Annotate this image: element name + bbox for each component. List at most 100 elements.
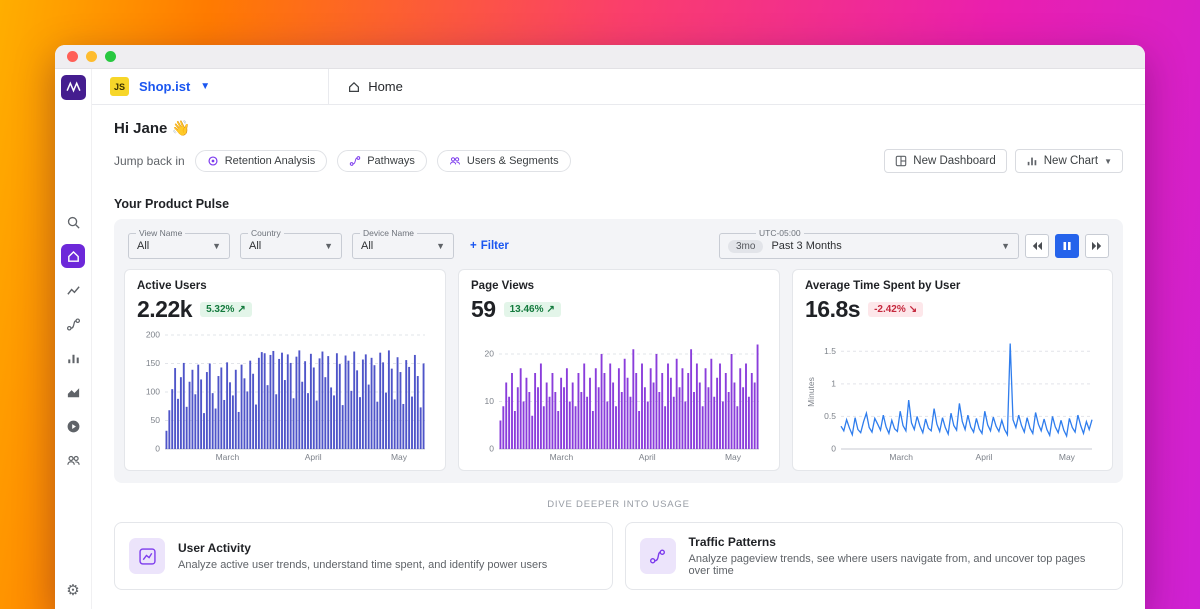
deep-card-title: User Activity	[178, 541, 547, 555]
select-value: All	[361, 240, 373, 252]
sidebar-item-pathways[interactable]	[61, 312, 85, 336]
metric-value: 59	[471, 296, 496, 323]
svg-text:150: 150	[146, 358, 160, 368]
svg-text:April: April	[305, 452, 322, 462]
divider	[328, 69, 329, 105]
sidebar-item-insights[interactable]	[61, 380, 85, 404]
traffic-patterns-icon	[640, 538, 676, 574]
sidebar-item-cohorts[interactable]	[61, 448, 85, 472]
page-content: Hi Jane 👋 Jump back in Retention Analysi…	[92, 105, 1145, 609]
new-dashboard-button[interactable]: New Dashboard	[884, 149, 1006, 173]
trend-up-icon: ↗	[547, 304, 555, 315]
chevron-down-icon: ▼	[991, 241, 1010, 251]
chevron-down-icon: ▼	[1104, 157, 1112, 166]
svg-text:March: March	[889, 452, 913, 462]
dashboard-icon	[895, 155, 907, 167]
svg-text:50: 50	[151, 415, 161, 425]
skip-forward-button[interactable]	[1085, 234, 1109, 258]
svg-text:100: 100	[146, 387, 160, 397]
retention-icon	[207, 155, 219, 167]
device-name-select[interactable]: Device Name All ▼	[352, 233, 454, 259]
delta-badge: -2.42% ↘	[868, 302, 923, 317]
country-select[interactable]: Country All ▼	[240, 233, 342, 259]
settings-gear-icon[interactable]: ⚙	[66, 581, 79, 599]
pause-button[interactable]	[1055, 234, 1079, 258]
metric-title: Active Users	[137, 280, 433, 292]
page-greeting: Hi Jane 👋	[114, 119, 1123, 137]
active-users-card: Active Users 2.22k 5.32% ↗ 050100150200M…	[124, 269, 446, 471]
chevron-down-icon: ▼	[202, 241, 221, 251]
app-window: ⚙ JS Shop.ist ▼ Home Hi Jane 👋 Jump back…	[55, 45, 1145, 609]
close-window-button[interactable]	[67, 51, 78, 62]
add-filter-button[interactable]: + Filter	[470, 240, 509, 252]
add-filter-label: Filter	[481, 240, 509, 252]
avg-time-card: Average Time Spent by User 16.8s -2.42% …	[792, 269, 1113, 471]
time-range-value: Past 3 Months	[771, 240, 841, 252]
svg-text:May: May	[1059, 452, 1076, 462]
time-range-select[interactable]: UTC-05:00 3mo Past 3 Months ▼	[719, 233, 1019, 259]
chip-label: Retention Analysis	[225, 155, 316, 167]
traffic-patterns-card[interactable]: Traffic Patterns Analyze pageview trends…	[625, 522, 1124, 590]
sidebar: ⚙	[55, 69, 92, 609]
delta-value: 13.46%	[510, 304, 544, 315]
breadcrumb-home[interactable]: Home	[347, 79, 403, 94]
page-views-card: Page Views 59 13.46% ↗ 01020MarchAprilMa…	[458, 269, 780, 471]
project-badge: JS	[110, 77, 129, 96]
svg-text:200: 200	[146, 330, 160, 340]
delta-value: -2.42%	[874, 304, 906, 315]
svg-text:0: 0	[489, 444, 494, 454]
maximize-window-button[interactable]	[105, 51, 116, 62]
chip-pathways[interactable]: Pathways	[337, 150, 427, 172]
sidebar-item-dashboards[interactable]	[61, 346, 85, 370]
utc-offset-label: UTC-05:00	[756, 228, 804, 238]
home-icon	[347, 80, 361, 94]
metric-title: Average Time Spent by User	[805, 280, 1100, 292]
select-label: Country	[248, 228, 284, 238]
workspace-logo[interactable]	[61, 75, 86, 100]
sidebar-item-replays[interactable]	[61, 414, 85, 438]
project-switcher[interactable]: Shop.ist	[139, 79, 190, 94]
svg-text:Minutes: Minutes	[806, 377, 816, 407]
skip-back-button[interactable]	[1025, 234, 1049, 258]
plus-icon: +	[470, 240, 477, 252]
product-pulse-panel: View Name All ▼ Country All ▼ Device Nam…	[114, 219, 1123, 483]
svg-text:0.5: 0.5	[824, 411, 836, 421]
range-duration-badge: 3mo	[728, 240, 763, 253]
svg-text:0: 0	[155, 444, 160, 454]
svg-text:April: April	[639, 452, 656, 462]
skip-back-icon	[1031, 241, 1043, 251]
chevron-down-icon: ▼	[314, 241, 333, 251]
pathways-icon	[349, 155, 361, 167]
select-label: View Name	[136, 228, 185, 238]
svg-text:1: 1	[831, 378, 836, 388]
svg-text:May: May	[391, 452, 408, 462]
chevron-down-icon[interactable]: ▼	[200, 81, 210, 92]
delta-value: 5.32%	[206, 304, 234, 315]
search-icon[interactable]	[61, 210, 85, 234]
svg-text:0: 0	[831, 444, 836, 454]
metric-value: 2.22k	[137, 296, 192, 323]
user-activity-card[interactable]: User Activity Analyze active user trends…	[114, 522, 613, 590]
sidebar-item-charts[interactable]	[61, 278, 85, 302]
section-title: Your Product Pulse	[114, 197, 1123, 211]
chip-retention-analysis[interactable]: Retention Analysis	[195, 150, 328, 172]
svg-text:May: May	[725, 452, 742, 462]
chevron-down-icon: ▼	[426, 241, 445, 251]
svg-text:March: March	[216, 452, 240, 462]
svg-text:1.5: 1.5	[824, 346, 836, 356]
metric-value: 16.8s	[805, 296, 860, 323]
chip-label: Pathways	[367, 155, 415, 167]
svg-text:April: April	[976, 452, 993, 462]
svg-text:10: 10	[485, 396, 495, 406]
select-value: All	[137, 240, 149, 252]
minimize-window-button[interactable]	[86, 51, 97, 62]
chip-users-segments[interactable]: Users & Segments	[437, 150, 571, 172]
pause-icon	[1062, 241, 1072, 251]
select-value: All	[249, 240, 261, 252]
view-name-select[interactable]: View Name All ▼	[128, 233, 230, 259]
new-chart-button[interactable]: New Chart ▼	[1015, 149, 1123, 173]
new-chart-label: New Chart	[1044, 155, 1098, 167]
deep-card-description: Analyze pageview trends, see where users…	[689, 553, 1109, 577]
deep-card-description: Analyze active user trends, understand t…	[178, 559, 547, 571]
sidebar-item-home[interactable]	[61, 244, 85, 268]
